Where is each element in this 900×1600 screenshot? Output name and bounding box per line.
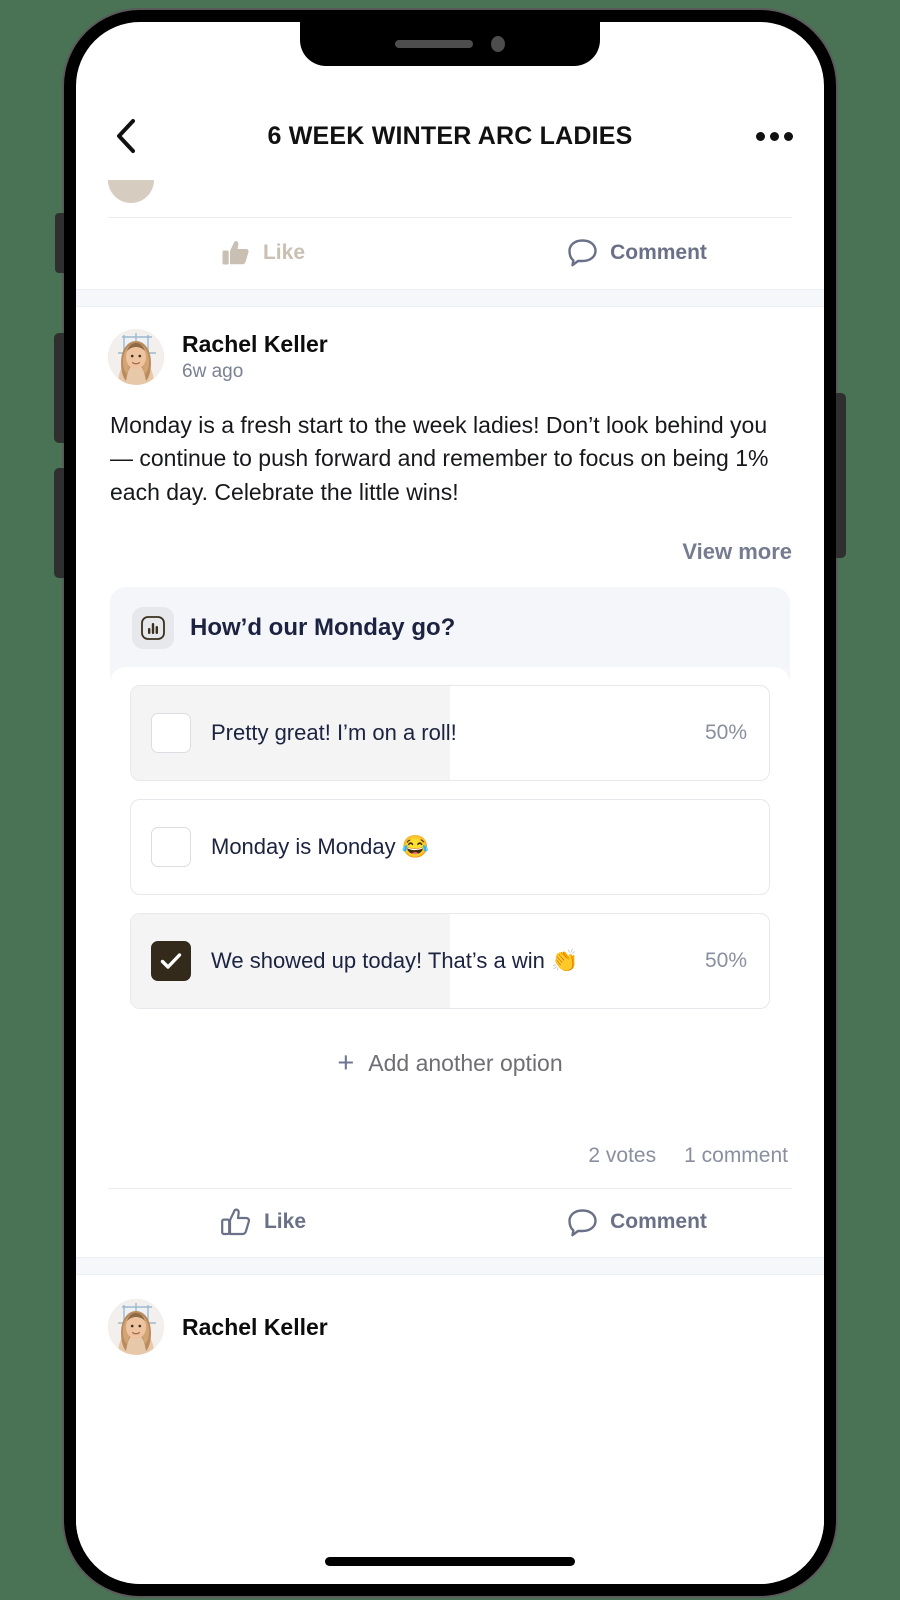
add-another-option-button[interactable]: + Add another option	[130, 1027, 770, 1108]
previous-post-action-bar: Like Comment	[76, 218, 824, 289]
author-name: Rachel Keller	[182, 331, 328, 357]
user-avatar-photo	[108, 329, 164, 385]
add-another-option-label: Add another option	[368, 1050, 563, 1077]
votes-count: 2 votes	[588, 1144, 657, 1168]
author-block: Rachel Keller 6w ago	[182, 331, 328, 383]
chevron-left-icon	[117, 119, 135, 153]
user-avatar-photo	[108, 1299, 164, 1356]
poll-option-label: Monday is Monday 😂	[211, 834, 430, 860]
next-post-header: Rachel Keller	[76, 1275, 824, 1356]
bar-chart-icon	[141, 616, 165, 640]
more-horizontal-icon	[783, 131, 793, 141]
avatar[interactable]	[108, 329, 164, 385]
poll-option-percent: 50%	[704, 721, 747, 745]
home-indicator[interactable]	[325, 1557, 575, 1566]
post-timestamp: 6w ago	[182, 361, 244, 382]
like-button[interactable]: Like	[76, 238, 450, 267]
poll-option-checkbox[interactable]	[151, 713, 191, 754]
notch	[300, 22, 600, 66]
feed-scroll-area[interactable]: Like Comment Rachel Keller 6w ago Monday…	[76, 174, 824, 1584]
post-separator	[76, 289, 824, 307]
author-name: Rachel Keller	[182, 1313, 328, 1340]
poll-option-percent: 50%	[704, 949, 747, 973]
poll-option-label: Pretty great! I’m on a roll!	[211, 720, 457, 746]
comment-bubble-icon	[568, 239, 597, 267]
view-more-link[interactable]: View more	[682, 539, 792, 565]
poll-card: How’d our Monday go? Pretty great! I’m o…	[110, 587, 790, 1119]
poll-icon-container	[132, 607, 174, 650]
comment-bubble-icon	[568, 1208, 597, 1236]
poll-option[interactable]: We showed up today! That’s a win 👏 50%	[130, 913, 770, 1010]
poll-options-container: Pretty great! I’m on a roll! 50% Monday …	[110, 667, 790, 1119]
poll-option[interactable]: Pretty great! I’m on a roll! 50%	[130, 685, 770, 782]
poll-question: How’d our Monday go?	[190, 614, 456, 642]
comment-label: Comment	[610, 1210, 707, 1234]
previous-post-avatar-partial	[108, 180, 154, 203]
poll-meta: 2 votes 1 comment	[76, 1118, 824, 1168]
volume-down-button[interactable]	[54, 468, 64, 578]
more-horizontal-icon	[755, 131, 765, 141]
poll-option-checkbox[interactable]	[151, 941, 191, 982]
like-button[interactable]: Like	[76, 1207, 450, 1237]
post-header: Rachel Keller 6w ago	[76, 307, 824, 385]
like-label: Like	[263, 1210, 307, 1234]
comment-button[interactable]: Comment	[450, 238, 824, 267]
power-button[interactable]	[836, 393, 846, 558]
speaker-slot-icon	[395, 40, 473, 48]
poll-header: How’d our Monday go?	[110, 587, 790, 667]
like-label: Like	[262, 240, 306, 264]
post-separator	[76, 1257, 824, 1276]
comment-label: Comment	[610, 240, 707, 264]
volume-up-button[interactable]	[54, 333, 64, 443]
phone-screen: 6 WEEK WINTER ARC LADIES Like Comment Ra…	[76, 22, 824, 1584]
poll-option-label: We showed up today! That’s a win 👏	[211, 948, 579, 974]
more-options-button[interactable]	[752, 114, 796, 158]
app-header: 6 WEEK WINTER ARC LADIES	[76, 98, 824, 174]
post-action-bar: Like Comment	[76, 1189, 824, 1257]
view-more-row: View more	[76, 509, 824, 565]
poll-option[interactable]: Monday is Monday 😂	[130, 799, 770, 896]
more-horizontal-icon	[769, 131, 779, 141]
comments-count[interactable]: 1 comment	[684, 1144, 788, 1168]
phone-device: 6 WEEK WINTER ARC LADIES Like Comment Ra…	[54, 8, 846, 1598]
post-card: Rachel Keller 6w ago Monday is a fresh s…	[76, 307, 824, 1257]
comment-button[interactable]: Comment	[450, 1207, 824, 1237]
front-camera-icon	[491, 36, 505, 52]
post-body-text: Monday is a fresh start to the week ladi…	[110, 412, 769, 505]
page-title: 6 WEEK WINTER ARC LADIES	[267, 121, 633, 150]
back-button[interactable]	[104, 114, 148, 158]
plus-icon: +	[337, 1047, 355, 1080]
thumbs-up-outline-icon	[221, 1208, 251, 1236]
avatar[interactable]	[108, 1299, 164, 1356]
poll-option-checkbox[interactable]	[151, 827, 191, 868]
checkmark-icon	[160, 953, 182, 969]
silent-switch-button[interactable]	[55, 213, 64, 273]
thumbs-up-filled-icon	[222, 240, 249, 264]
